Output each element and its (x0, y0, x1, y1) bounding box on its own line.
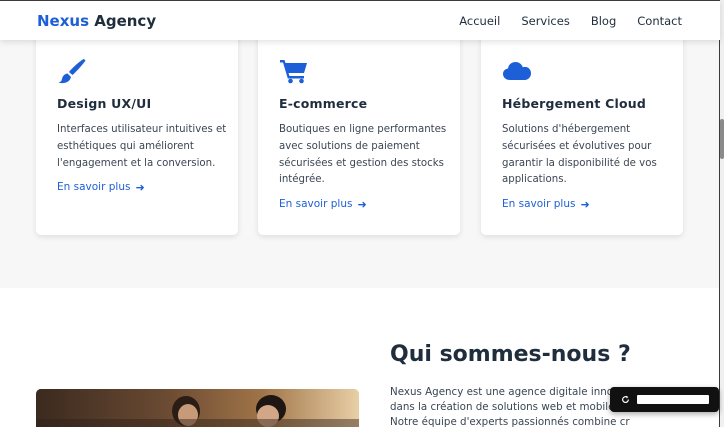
paintbrush-icon (58, 59, 86, 84)
toast-notification[interactable] (610, 387, 719, 412)
about-text-line: Notre équipe d'experts passionnés combin… (390, 416, 630, 427)
brand-rest: Agency (89, 12, 157, 30)
service-card-cloud: Hébergement Cloud Solutions d'hébergemen… (481, 33, 683, 235)
learn-more-label: En savoir plus (57, 181, 131, 193)
learn-more-label: En savoir plus (279, 198, 353, 210)
team-photo (36, 389, 359, 427)
service-card-ecommerce: E-commerce Boutiques en ligne performant… (258, 33, 460, 235)
service-description: Interfaces utilisateur intuitives et est… (57, 124, 227, 169)
service-title: Design UX/UI (57, 96, 152, 111)
service-title: E-commerce (279, 96, 368, 111)
learn-more-link[interactable]: En savoir plus ➜ (279, 198, 367, 210)
service-card-design: Design UX/UI Interfaces utilisateur intu… (36, 33, 238, 235)
learn-more-label: En savoir plus (502, 198, 576, 210)
learn-more-link[interactable]: En savoir plus ➜ (57, 181, 145, 193)
nav-link-blog[interactable]: Blog (591, 13, 616, 29)
refresh-icon (622, 395, 629, 403)
nav-link-services[interactable]: Services (521, 13, 570, 29)
arrow-right-icon: ➜ (135, 180, 145, 194)
cloud-icon (503, 62, 531, 80)
toast-redacted-text (637, 395, 709, 404)
about-title: Qui sommes-nous ? (390, 342, 631, 367)
scrollbar-thumb[interactable] (720, 119, 724, 159)
page-scrollbar[interactable] (720, 0, 724, 427)
learn-more-link[interactable]: En savoir plus ➜ (502, 198, 590, 210)
page-viewport: Design UX/UI Interfaces utilisateur intu… (0, 0, 724, 427)
service-description: Boutiques en ligne performantes avec sol… (279, 124, 447, 186)
arrow-right-icon: ➜ (580, 197, 590, 211)
about-text-line: Nexus Agency est une agence digitale inn… (390, 386, 630, 398)
nav-link-contact[interactable]: Contact (637, 13, 682, 29)
shopping-cart-icon (280, 60, 307, 84)
main-nav: Accueil Services Blog Contact (459, 13, 682, 29)
nav-link-accueil[interactable]: Accueil (459, 13, 500, 29)
arrow-right-icon: ➜ (357, 197, 367, 211)
brand-accent: Nexus (37, 12, 90, 30)
navbar: Nexus Agency Accueil Services Blog Conta… (0, 0, 720, 40)
about-text-line: dans la création de solutions web et mob… (390, 401, 620, 413)
services-section: Design UX/UI Interfaces utilisateur intu… (0, 0, 720, 288)
brand-logo[interactable]: Nexus Agency (37, 11, 156, 31)
service-description: Solutions d'hébergement sécurisées et év… (502, 124, 657, 186)
about-paragraph: Nexus Agency est une agence digitale inn… (390, 385, 630, 427)
team-photo-illustration (36, 389, 359, 427)
service-title: Hébergement Cloud (502, 96, 646, 111)
